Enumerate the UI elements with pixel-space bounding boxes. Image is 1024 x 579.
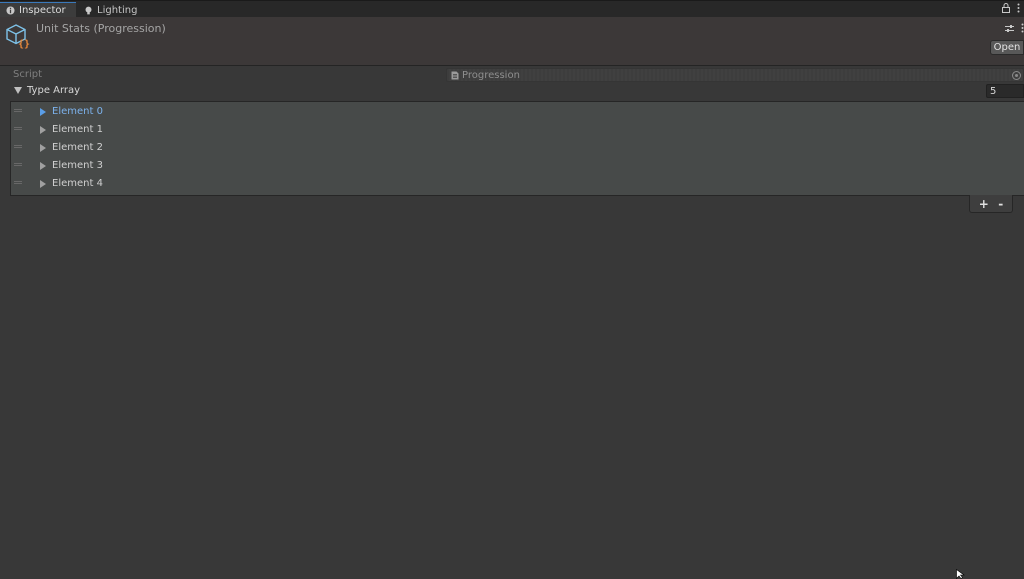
element-label: Element 3 [52, 160, 103, 171]
foldout-collapsed-icon[interactable] [40, 144, 46, 152]
lock-icon[interactable] [1002, 3, 1010, 13]
element-label: Element 1 [52, 124, 103, 135]
drag-handle-icon[interactable] [14, 145, 22, 148]
element-label: Element 2 [52, 142, 103, 153]
foldout-collapsed-icon[interactable] [40, 126, 46, 134]
list-item[interactable]: Element 4 [11, 175, 1024, 193]
tab-inspector[interactable]: Inspector [0, 2, 76, 18]
add-element-button[interactable]: + [979, 198, 989, 210]
element-label: Element 4 [52, 178, 103, 189]
asset-title: Unit Stats (Progression) [36, 22, 166, 35]
script-file-icon [451, 71, 459, 79]
drag-handle-icon[interactable] [14, 163, 22, 166]
preset-settings-icon[interactable] [1005, 24, 1014, 33]
foldout-expanded-icon [14, 87, 22, 94]
drag-handle-icon[interactable] [14, 181, 22, 184]
inspector-header: {} Unit Stats (Progression) Open [0, 17, 1024, 66]
type-array-foldout[interactable]: Type Array [14, 85, 80, 96]
inspector-body: Script Progression Type Array 5 Element … [0, 66, 1024, 579]
list-item[interactable]: Element 3 [11, 157, 1024, 175]
remove-element-button[interactable]: - [998, 198, 1003, 210]
info-icon [6, 6, 15, 15]
list-footer: + - [969, 195, 1013, 213]
list-item[interactable]: Element 2 [11, 139, 1024, 157]
type-array-label: Type Array [27, 85, 81, 96]
script-field[interactable]: Progression [446, 68, 1024, 82]
more-options-icon[interactable] [1017, 3, 1020, 13]
foldout-collapsed-icon[interactable] [40, 180, 46, 188]
open-button[interactable]: Open [990, 40, 1024, 55]
foldout-collapsed-icon[interactable] [40, 162, 46, 170]
list-item[interactable]: Element 1 [11, 121, 1024, 139]
tab-lighting-label: Lighting [97, 4, 138, 16]
array-list: Element 0 Element 1 Element 2 Element 3 … [10, 101, 1024, 196]
object-picker-icon[interactable] [1012, 71, 1021, 80]
mouse-cursor-icon [956, 569, 965, 579]
scriptable-object-icon: {} [6, 24, 30, 49]
array-size-field[interactable]: 5 [986, 84, 1024, 98]
script-field-value: Progression [462, 69, 520, 81]
drag-handle-icon[interactable] [14, 127, 22, 130]
element-label: Element 0 [52, 106, 103, 117]
svg-text:{}: {} [18, 39, 30, 49]
bulb-icon [85, 6, 92, 14]
drag-handle-icon[interactable] [14, 109, 22, 112]
foldout-collapsed-icon[interactable] [40, 108, 46, 116]
script-label: Script [13, 69, 43, 80]
tab-inspector-label: Inspector [19, 5, 66, 16]
tab-lighting[interactable]: Lighting [78, 2, 143, 18]
list-item[interactable]: Element 0 [11, 103, 1024, 121]
window-tab-bar: Inspector Lighting [0, 0, 1024, 18]
